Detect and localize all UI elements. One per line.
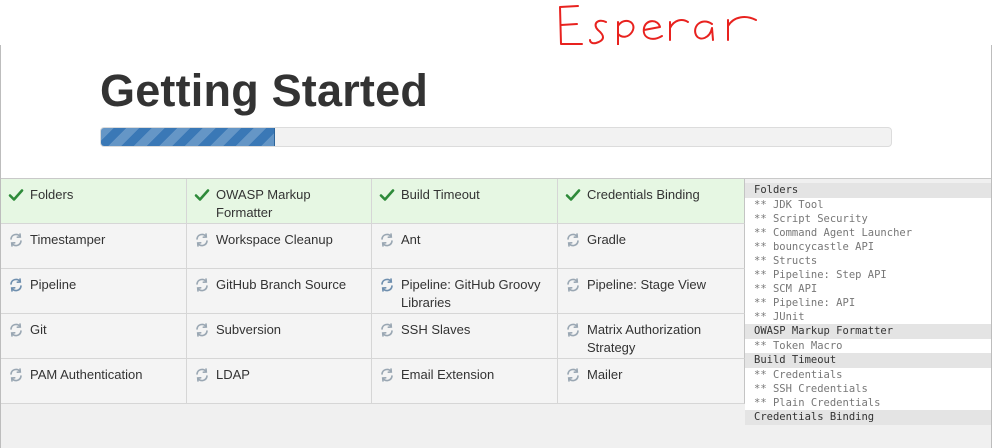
log-dependency-line: ** SCM API bbox=[745, 282, 991, 296]
plugin-cell: Build Timeout bbox=[372, 179, 558, 224]
plugin-name: Subversion bbox=[216, 322, 282, 337]
log-dependency-line: ** JDK Tool bbox=[745, 198, 991, 212]
install-progress-bar bbox=[100, 127, 892, 147]
refresh-icon bbox=[194, 232, 210, 248]
refresh-icon bbox=[379, 232, 395, 248]
refresh-icon bbox=[8, 277, 24, 293]
log-plugin-line: Folders bbox=[745, 183, 991, 198]
plugin-cell: Credentials Binding bbox=[558, 179, 745, 224]
log-dependency-line: ** Pipeline: API bbox=[745, 296, 991, 310]
plugin-name: Email Extension bbox=[401, 367, 495, 382]
plugin-cell: Pipeline bbox=[1, 269, 187, 314]
refresh-icon bbox=[565, 367, 581, 383]
log-dependency-line: ** Structs bbox=[745, 254, 991, 268]
plugin-cell: Git bbox=[1, 314, 187, 359]
plugin-name: Pipeline: Stage View bbox=[587, 277, 707, 292]
plugin-cell: Folders bbox=[1, 179, 187, 224]
plugin-name: Gradle bbox=[587, 232, 627, 247]
log-dependency-line: ** Credentials bbox=[745, 368, 991, 382]
page-title: Getting Started bbox=[100, 65, 429, 116]
log-dependency-line: ** bouncycastle API bbox=[745, 240, 991, 254]
plugin-name: Pipeline bbox=[30, 277, 77, 292]
log-plugin-line: OWASP Markup Formatter bbox=[745, 324, 991, 339]
setup-panel: Getting Started Folders OWASP Markup Form… bbox=[0, 45, 992, 448]
check-icon bbox=[379, 187, 395, 203]
check-icon bbox=[565, 187, 581, 203]
plugin-name: Mailer bbox=[587, 367, 623, 382]
plugin-name: Credentials Binding bbox=[587, 187, 700, 202]
panel-header: Getting Started bbox=[1, 45, 991, 179]
log-plugin-line: Credentials Binding bbox=[745, 410, 991, 425]
progress-fill bbox=[101, 128, 275, 146]
log-dependency-line: ** Token Macro bbox=[745, 339, 991, 353]
plugin-cell: Mailer bbox=[558, 359, 745, 404]
refresh-icon bbox=[565, 232, 581, 248]
plugin-cell: PAM Authentication bbox=[1, 359, 187, 404]
log-dependency-line: ** Plain Credentials bbox=[745, 396, 991, 410]
log-dependency-line: ** Script Security bbox=[745, 212, 991, 226]
refresh-icon bbox=[8, 367, 24, 383]
plugin-name: Workspace Cleanup bbox=[216, 232, 333, 247]
log-dependency-line: ** Pipeline: Step API bbox=[745, 268, 991, 282]
log-dependency-line: ** JUnit bbox=[745, 310, 991, 324]
log-dependency-line: ** SSH Credentials bbox=[745, 382, 991, 396]
refresh-icon bbox=[379, 367, 395, 383]
refresh-icon bbox=[379, 277, 395, 293]
log-dependency-line: ** Command Agent Launcher bbox=[745, 226, 991, 240]
plugin-name: OWASP Markup Formatter bbox=[216, 187, 311, 220]
plugin-cell: SSH Slaves bbox=[372, 314, 558, 359]
plugin-cell: Ant bbox=[372, 224, 558, 269]
plugin-cell: Pipeline: Stage View bbox=[558, 269, 745, 314]
plugin-name: Folders bbox=[30, 187, 74, 202]
check-icon bbox=[8, 187, 24, 203]
plugin-cell: OWASP Markup Formatter bbox=[187, 179, 372, 224]
check-icon bbox=[194, 187, 210, 203]
plugin-cell: Timestamper bbox=[1, 224, 187, 269]
install-log: Folders ** JDK Tool ** Script Security ** C… bbox=[745, 179, 991, 448]
plugin-cell: Gradle bbox=[558, 224, 745, 269]
plugin-cell: Pipeline: GitHub Groovy Libraries bbox=[372, 269, 558, 314]
plugin-name: Pipeline: GitHub Groovy Libraries bbox=[401, 277, 541, 310]
plugin-name: Git bbox=[30, 322, 47, 337]
plugin-name: SSH Slaves bbox=[401, 322, 471, 337]
plugin-cell: Matrix Authorization Strategy bbox=[558, 314, 745, 359]
refresh-icon bbox=[565, 322, 581, 338]
plugin-cell: GitHub Branch Source bbox=[187, 269, 372, 314]
plugin-name: Matrix Authorization Strategy bbox=[587, 322, 702, 355]
refresh-icon bbox=[194, 277, 210, 293]
plugin-cell: Workspace Cleanup bbox=[187, 224, 372, 269]
refresh-icon bbox=[565, 277, 581, 293]
plugin-name: GitHub Branch Source bbox=[216, 277, 347, 292]
plugin-cell: Subversion bbox=[187, 314, 372, 359]
refresh-icon bbox=[8, 322, 24, 338]
refresh-icon bbox=[194, 367, 210, 383]
plugin-name: Build Timeout bbox=[401, 187, 480, 202]
refresh-icon bbox=[194, 322, 210, 338]
refresh-icon bbox=[379, 322, 395, 338]
plugin-cell: Email Extension bbox=[372, 359, 558, 404]
log-plugin-line: Build Timeout bbox=[745, 353, 991, 368]
plugin-grid: Folders OWASP Markup Formatter Build Timeo… bbox=[1, 179, 745, 404]
plugin-name: LDAP bbox=[216, 367, 250, 382]
plugin-name: Timestamper bbox=[30, 232, 106, 247]
refresh-icon bbox=[8, 232, 24, 248]
plugin-name: PAM Authentication bbox=[30, 367, 143, 382]
plugin-name: Ant bbox=[401, 232, 421, 247]
plugin-cell: LDAP bbox=[187, 359, 372, 404]
